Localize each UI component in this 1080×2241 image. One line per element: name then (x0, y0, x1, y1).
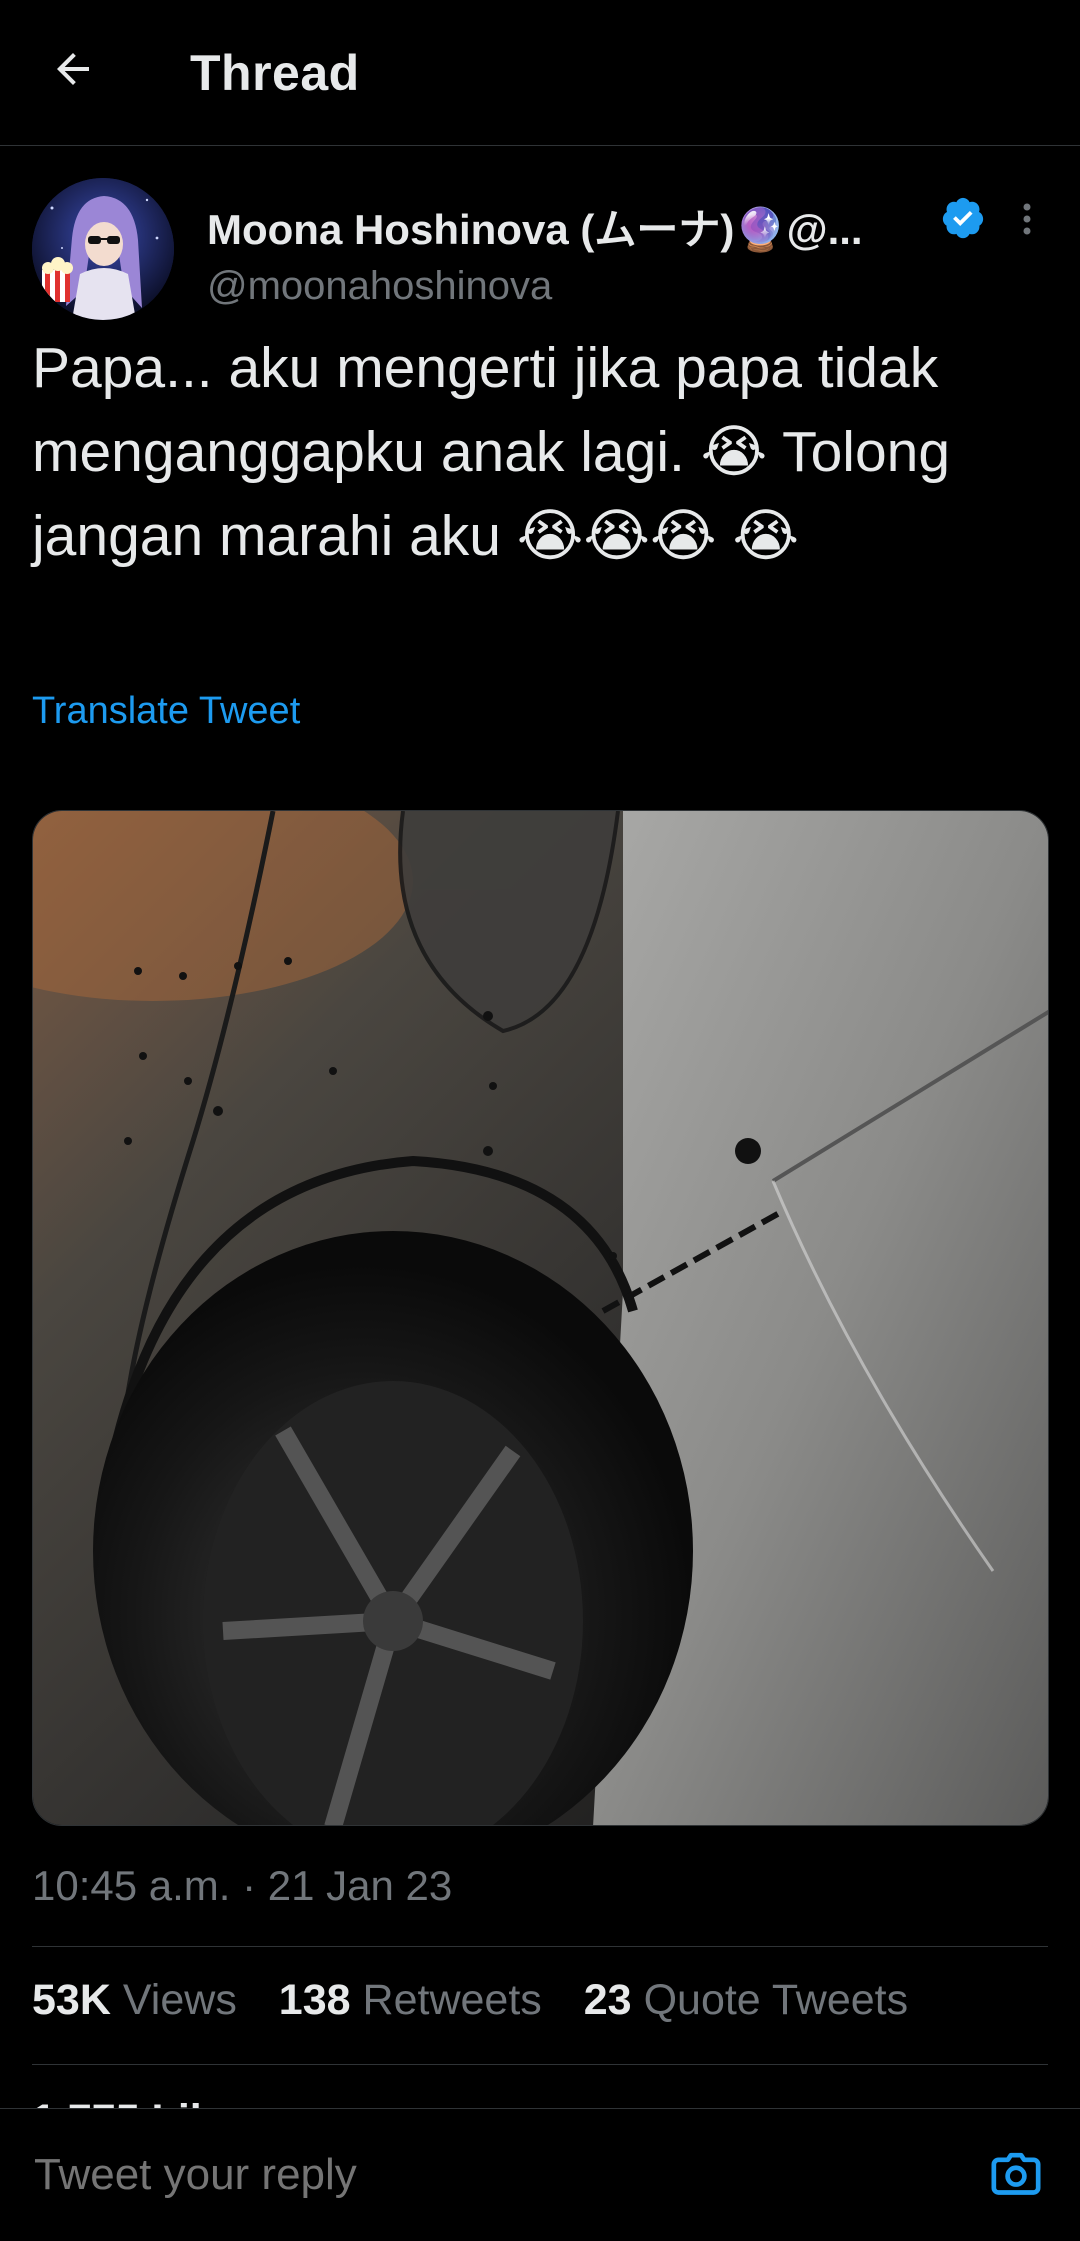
tweet-media-image[interactable] (32, 810, 1049, 1826)
reply-bar (0, 2108, 1080, 2241)
quote-tweets-stat[interactable]: 23 Quote Tweets (584, 1976, 908, 2025)
engagement-stats: 53K Views 138 Retweets 23 Quote Tweets (32, 1976, 938, 2025)
verified-badge-icon (942, 197, 984, 239)
author-handle[interactable]: @moonahoshinova (207, 264, 552, 309)
reply-input[interactable] (32, 2149, 936, 2201)
views-label: Views (122, 1976, 237, 2024)
retweets-stat[interactable]: 138 Retweets (279, 1976, 542, 2025)
tweet-text: Papa... aku mengerti jika papa tidak men… (32, 336, 966, 568)
car-photo (33, 811, 1048, 1825)
more-options-button[interactable] (1000, 192, 1054, 246)
quotes-count: 23 (583, 1976, 632, 2024)
top-bar: Thread (0, 0, 1080, 146)
views-count: 53K (32, 1976, 111, 2024)
tweet-timestamp: 10:45 a.m. · 21 Jan 23 (32, 1862, 453, 1909)
camera-button[interactable] (986, 2145, 1046, 2205)
camera-icon (991, 2152, 1041, 2195)
retweets-count: 138 (278, 1976, 351, 2024)
author-name[interactable]: Moona Hoshinova (ムーナ)🔮@... (207, 196, 907, 257)
divider (32, 2064, 1048, 2065)
quotes-label: Quote Tweets (643, 1976, 909, 2024)
arrow-left-icon (57, 53, 89, 85)
retweets-label: Retweets (362, 1976, 542, 2024)
divider (32, 1946, 1048, 1947)
page-title: Thread (190, 45, 360, 101)
back-button[interactable] (40, 36, 106, 102)
avatar[interactable] (32, 178, 174, 320)
translate-tweet-link[interactable]: Translate Tweet (32, 690, 300, 733)
more-vertical-icon (1023, 203, 1031, 235)
views-stat[interactable]: 53K Views (32, 1976, 237, 2025)
avatar-image (32, 178, 174, 320)
